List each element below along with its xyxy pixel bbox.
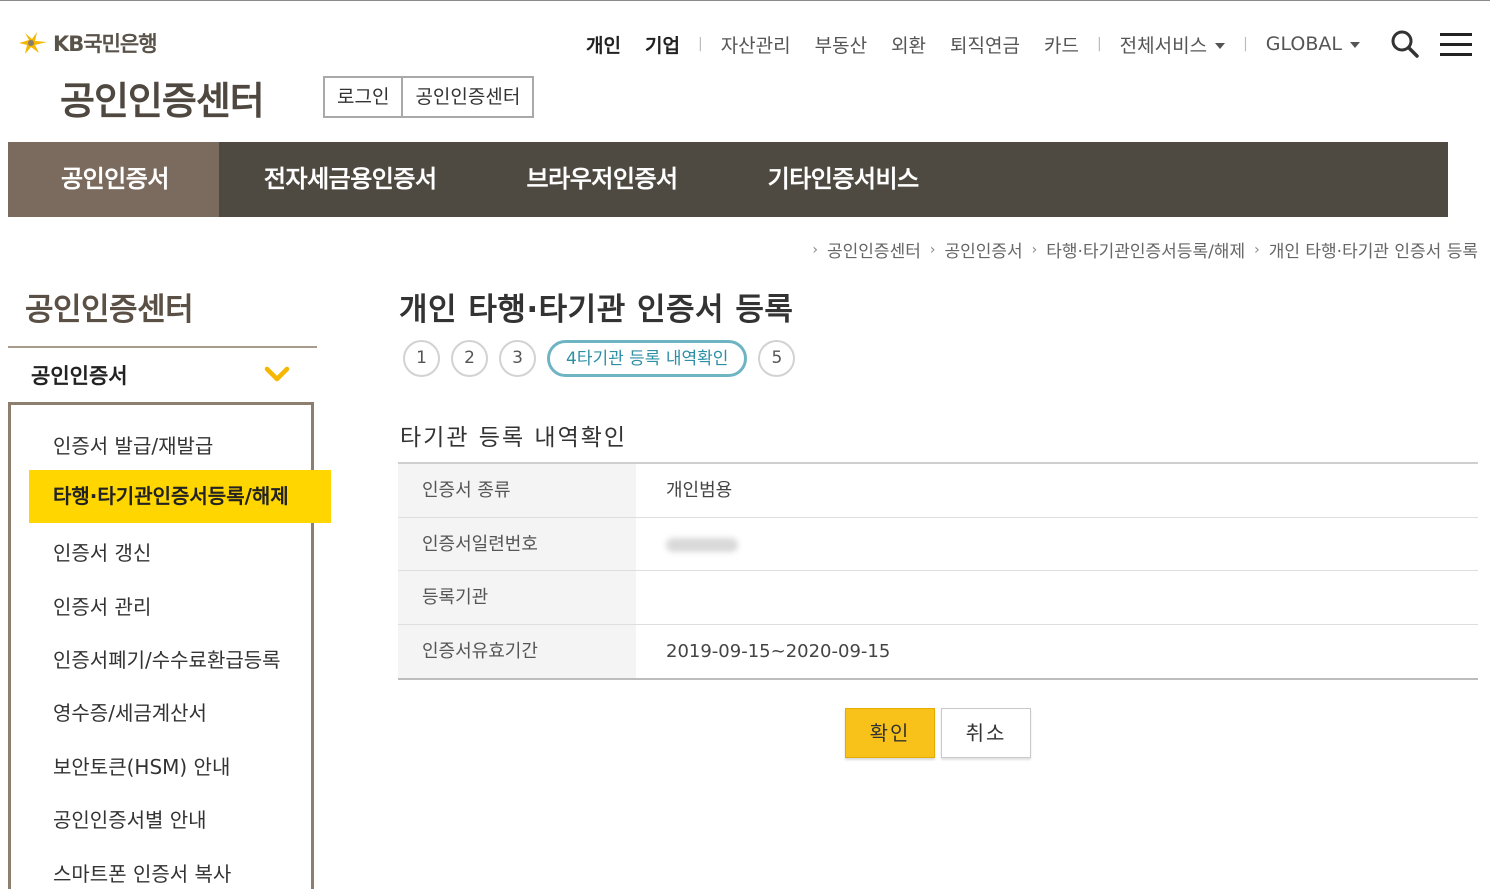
site-title[interactable]: 공인인증센터 — [60, 70, 265, 125]
table-header-cell: 인증서유효기간 — [398, 624, 636, 678]
confirm-button[interactable]: 확인 — [845, 708, 935, 758]
breadcrumb-item[interactable]: 공인인증센터 — [827, 237, 921, 262]
cert-type-value: 개인범용 — [666, 480, 733, 501]
main-nav-other-services[interactable]: 기타인증서비스 — [723, 142, 964, 217]
sub-button-group: 로그인 공인인증센터 — [323, 76, 535, 118]
nav-separator: | — [1243, 36, 1248, 52]
top-nav-pension[interactable]: 퇴직연금 — [950, 31, 1020, 58]
serial-number-value — [636, 518, 1478, 571]
top-nav-forex[interactable]: 외환 — [891, 31, 926, 58]
nav-separator: | — [697, 36, 703, 52]
step-4-current: 4타기관 등록 내역확인 — [547, 340, 748, 377]
step-indicator: 1 2 3 4타기관 등록 내역확인 5 — [403, 340, 806, 377]
sidebar-item-manage[interactable]: 인증서 관리 — [53, 591, 151, 620]
top-nav-card[interactable]: 카드 — [1044, 31, 1079, 58]
chevron-right-icon: › — [1031, 241, 1038, 258]
all-services-label: 전체서비스 — [1119, 34, 1208, 57]
table-header-cell: 등록기관 — [398, 571, 636, 624]
top-nav-all-services[interactable]: 전체서비스 — [1119, 31, 1226, 58]
search-icon[interactable] — [1390, 29, 1420, 59]
chevron-right-icon: › — [1254, 241, 1260, 258]
cert-center-button[interactable]: 공인인증센터 — [403, 76, 535, 118]
redacted-serial — [666, 537, 738, 552]
global-label: GLOBAL — [1265, 33, 1342, 55]
step-5: 5 — [758, 340, 796, 377]
sidebar-item-hsm[interactable]: 보안토큰(HSM) 안내 — [53, 751, 230, 780]
table-header-cell: 인증서일련번호 — [398, 517, 636, 570]
top-nav-realestate[interactable]: 부동산 — [815, 31, 867, 58]
sidebar-section-header[interactable]: 공인인증서 — [31, 360, 128, 390]
chevron-right-icon: › — [929, 241, 936, 258]
table-row: 인증서유효기간 2019-09-15~2020-09-15 — [398, 624, 1478, 678]
main-nav-certificate[interactable]: 공인인증서 — [8, 142, 219, 217]
sidebar-item-issue[interactable]: 인증서 발급/재발급 — [53, 430, 213, 459]
step-2: 2 — [451, 340, 488, 377]
action-buttons: 확인 취소 — [845, 708, 1031, 758]
sidebar-item-other-bank-register[interactable]: 타행·타기관인증서등록/해제 — [29, 470, 331, 523]
sidebar-item-revoke-refund[interactable]: 인증서폐기/수수료환급등록 — [53, 644, 281, 673]
caret-down-icon — [1215, 43, 1226, 49]
sidebar-divider — [8, 346, 317, 348]
section-title: 타기관 등록 내역확인 — [400, 425, 628, 451]
main-nav-browser-certificate[interactable]: 브라우저인증서 — [482, 142, 723, 217]
sidebar-title: 공인인증센터 — [25, 292, 194, 328]
logo-text: KB국민은행 — [53, 32, 158, 56]
breadcrumb-current: 개인 타행·타기관 인증서 등록 — [1268, 242, 1478, 262]
table-row: 등록기관 — [398, 571, 1478, 625]
sidebar-item-receipt[interactable]: 영수증/세금계산서 — [53, 697, 207, 726]
registration-info-table: 인증서 종류 개인범용 인증서일련번호 등록기관 인증서유효기간 2019-09… — [398, 462, 1478, 680]
top-nav-asset[interactable]: 자산관리 — [721, 31, 791, 58]
sidebar-item-cert-guide[interactable]: 공인인증서별 안내 — [53, 804, 207, 833]
top-nav-global[interactable]: GLOBAL — [1266, 33, 1360, 55]
sidebar-item-smartphone-copy[interactable]: 스마트폰 인증서 복사 — [53, 858, 231, 887]
breadcrumb-item[interactable]: 타행·타기관인증서등록/해제 — [1046, 237, 1245, 262]
cancel-button[interactable]: 취소 — [941, 708, 1031, 758]
top-nav-business[interactable]: 기업 — [645, 31, 680, 58]
caret-down-icon — [1350, 41, 1360, 48]
validity-period-value: 2019-09-15~2020-09-15 — [666, 640, 891, 662]
table-row: 인증서 종류 개인범용 — [398, 464, 1478, 518]
breadcrumb-item[interactable]: 공인인증서 — [944, 237, 1022, 262]
page-title: 개인 타행·타기관 인증서 등록 — [399, 292, 794, 328]
table-row: 인증서일련번호 — [398, 517, 1478, 571]
top-nav: 개인 기업 | 자산관리 부동산 외환 퇴직연금 카드 | 전체서비스 | GL… — [574, 28, 1472, 60]
kb-logo[interactable]: KB국민은행 — [15, 28, 158, 58]
nav-separator: | — [1096, 36, 1102, 52]
breadcrumb: › 공인인증센터 › 공인인증서 › 타행·타기관인증서등록/해제 › 개인 타… — [803, 237, 1478, 263]
main-nav-etax-certificate[interactable]: 전자세금용인증서 — [219, 142, 482, 217]
chevron-right-icon: › — [812, 241, 819, 258]
chevron-down-icon[interactable] — [264, 364, 290, 384]
sidebar-item-renew[interactable]: 인증서 갱신 — [53, 537, 151, 566]
top-nav-personal[interactable]: 개인 — [586, 31, 621, 58]
top-border — [0, 0, 1490, 1]
registration-org-value — [636, 571, 1478, 624]
kb-star-icon — [19, 32, 47, 54]
step-1: 1 — [403, 340, 440, 377]
step-3: 3 — [499, 340, 536, 377]
table-header-cell: 인증서 종류 — [398, 464, 636, 517]
main-nav: 공인인증서 전자세금용인증서 브라우저인증서 기타인증서비스 — [8, 142, 1448, 217]
login-button[interactable]: 로그인 — [323, 76, 404, 118]
hamburger-menu-icon[interactable] — [1440, 30, 1472, 58]
